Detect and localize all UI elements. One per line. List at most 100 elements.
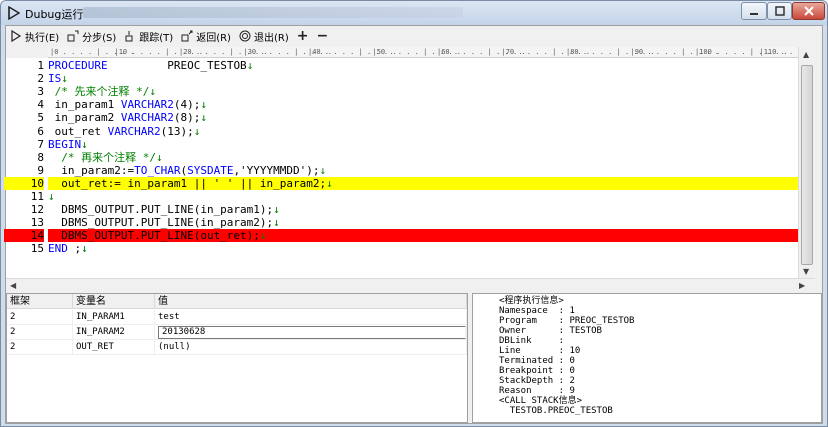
line-number: 6 (37, 124, 44, 138)
line-number: 9 (37, 163, 44, 177)
editor-vertical-scrollbar[interactable]: ▲ ▼ (798, 47, 815, 278)
code-line[interactable]: DBMS_OUTPUT.PUT_LINE(in_param2);↓ (48, 216, 798, 229)
execute-label: 执行(E) (25, 32, 60, 44)
exit-button[interactable]: 退出(R) (239, 27, 289, 45)
step-button[interactable]: 分步(S) (67, 27, 116, 45)
code-line[interactable]: PROCEDURE PREOC_TESTOB↓ (48, 59, 798, 72)
toolbar: 执行(E) 分步(S) 跟踪(T) 返回(R) 退出(R) + − (6, 26, 822, 46)
minimize-icon (750, 13, 758, 15)
col-variable-name[interactable]: 变量名 (73, 294, 155, 308)
variable-table-header: 框架 变量名 值 (7, 294, 467, 309)
close-button[interactable] (792, 2, 825, 20)
client-area: 执行(E) 分步(S) 跟踪(T) 返回(R) 退出(R) + − |0 . .… (4, 25, 823, 424)
info-line: DBLink : (499, 336, 565, 346)
scroll-down-arrow-icon[interactable]: ▼ (803, 267, 809, 276)
title-path-obscured (83, 7, 463, 18)
line-number: 15 (30, 242, 44, 256)
cell-frame: 2 (7, 325, 73, 339)
current-execution-line[interactable]: out_ret:= in_param1 || ' ' || in_param2;… (48, 176, 798, 190)
table-row[interactable]: 2 IN_PARAM2 20130628 (7, 325, 467, 340)
line-number: 7 (37, 137, 44, 151)
line-number: 12 (30, 203, 44, 217)
trace-button[interactable]: 跟踪(T) (124, 27, 173, 45)
info-line: Program : PREOC_TESTOB (499, 316, 635, 326)
info-line: Breakpoint : 0 (499, 366, 575, 376)
cell-name: IN_PARAM2 (73, 325, 155, 339)
line-number: 14 (4, 229, 44, 243)
info-line: TESTOB.PREOC_TESTOB (499, 406, 613, 416)
line-number: 5 (37, 111, 44, 125)
info-line: <程序执行信息> (499, 296, 564, 306)
info-line: Reason : 9 (499, 386, 575, 396)
ruler-tick-label: |110 . . . . | . . . . (759, 48, 799, 56)
cell-value[interactable]: (null) (155, 340, 467, 354)
remove-watch-button[interactable]: − (316, 28, 328, 44)
scroll-thumb[interactable] (801, 65, 813, 265)
minimize-button[interactable] (741, 2, 767, 20)
return-label: 返回(R) (196, 32, 231, 44)
execution-info-panel: <程序执行信息> Namespace : 1 Program : PREOC_TES… (472, 293, 822, 423)
code-line[interactable]: /* 先来个注释 */↓ (48, 85, 798, 98)
bottom-panels: 框架 变量名 值 2 IN_PARAM1 test 2 IN_PARAM2 20… (6, 276, 822, 424)
line-number: 2 (37, 72, 44, 86)
code-line[interactable]: IS↓ (48, 72, 798, 85)
cell-value[interactable]: test (155, 310, 467, 324)
play-icon (11, 30, 22, 42)
cell-name: IN_PARAM1 (73, 310, 155, 324)
code-line[interactable]: END ;↓ (48, 242, 798, 255)
column-ruler: |0 . . . . | . . . . |10 . . . . | . . . … (48, 47, 798, 58)
maximize-button[interactable] (767, 2, 792, 20)
return-icon (181, 30, 193, 42)
line-number: 10 (4, 176, 44, 190)
close-icon (803, 6, 814, 16)
cell-frame: 2 (7, 310, 73, 324)
app-icon (8, 6, 21, 20)
trace-icon (125, 31, 133, 42)
code-line[interactable]: in_param2:=TO_CHAR(SYSDATE,'YYYYMMDD');↓ (48, 164, 798, 177)
info-line: <CALL STACK信息> (499, 396, 583, 406)
maximize-icon (774, 6, 785, 16)
step-icon (67, 30, 79, 42)
exit-label: 退出(R) (253, 32, 289, 44)
execute-button[interactable]: 执行(E) (10, 27, 59, 45)
info-line: Line : 10 (499, 346, 581, 356)
code-editor[interactable]: PROCEDURE PREOC_TESTOB↓ IS↓ /* 先来个注释 */↓ … (48, 58, 798, 278)
info-line: Namespace : 1 (499, 306, 575, 316)
cell-name: OUT_RET (73, 340, 155, 354)
table-row[interactable]: 2 OUT_RET (null) (7, 340, 467, 355)
code-line[interactable]: in_param2 VARCHAR2(8);↓ (48, 111, 798, 124)
step-label: 分步(S) (82, 32, 117, 44)
cell-frame: 2 (7, 340, 73, 354)
value-edit-field[interactable]: 20130628 (158, 326, 466, 339)
cell-value-editor[interactable]: 20130628 (155, 325, 467, 339)
col-value[interactable]: 值 (155, 294, 467, 308)
code-line[interactable]: /* 再来个注释 */↓ (48, 151, 798, 164)
return-button[interactable]: 返回(R) (181, 27, 231, 45)
line-number: 4 (37, 98, 44, 112)
title-bar: Dubug运行 (1, 1, 827, 25)
variable-table[interactable]: 框架 变量名 值 2 IN_PARAM1 test 2 IN_PARAM2 20… (6, 293, 468, 423)
scroll-up-arrow-icon[interactable]: ▲ (803, 50, 809, 59)
line-number: 8 (37, 150, 44, 164)
stop-icon (239, 30, 251, 42)
debug-window: Dubug运行 执行(E) 分步(S) 跟踪(T) 返回(R) 退出(R) + … (0, 0, 828, 427)
code-line[interactable]: BEGIN↓ (48, 138, 798, 151)
trace-label: 跟踪(T) (139, 32, 174, 44)
code-line[interactable]: ↓ (48, 190, 798, 203)
info-line: Terminated : 0 (499, 356, 575, 366)
add-watch-button[interactable]: + (297, 28, 309, 44)
col-frame[interactable]: 框架 (7, 294, 73, 308)
info-line: Owner : TESTOB (499, 326, 602, 336)
line-number: 3 (37, 85, 44, 99)
line-number-gutter: 1 2 3 4 5 6 7 8 9 10 11 12 13 14 15 (4, 58, 48, 278)
line-number: 11 (30, 190, 44, 203)
code-line[interactable]: in_param1 VARCHAR2(4);↓ (48, 98, 798, 111)
breakpoint-line[interactable]: DBMS_OUTPUT.PUT_LINE(out_ret);↓ (48, 229, 798, 243)
code-line[interactable]: DBMS_OUTPUT.PUT_LINE(in_param1);↓ (48, 203, 798, 216)
window-title: Dubug运行 (25, 8, 84, 21)
table-row[interactable]: 2 IN_PARAM1 test (7, 310, 467, 325)
line-number: 1 (37, 59, 44, 72)
line-number: 13 (30, 216, 44, 230)
info-line: StackDepth : 2 (499, 376, 575, 386)
code-line[interactable]: out_ret VARCHAR2(13);↓ (48, 125, 798, 138)
